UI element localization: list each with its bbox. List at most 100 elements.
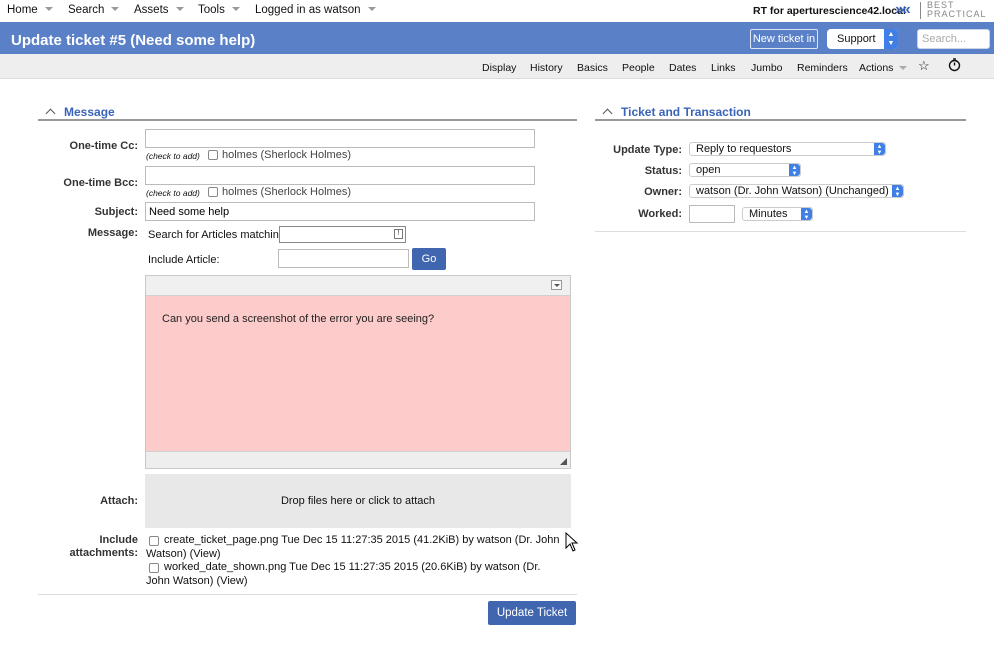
menu-search-label: Search <box>68 4 105 16</box>
status-label: Status: <box>644 165 682 177</box>
menu-assets-label: Assets <box>134 4 169 16</box>
menu-tools[interactable]: Tools <box>198 4 240 16</box>
owner-label: Owner: <box>644 186 682 198</box>
tab-history[interactable]: History <box>530 62 563 74</box>
bcc-holmes-label: holmes (Sherlock Holmes) <box>222 186 351 198</box>
go-button[interactable]: Go <box>412 248 446 270</box>
update-ticket-button[interactable]: Update Ticket <box>488 601 576 625</box>
tab-reminders[interactable]: Reminders <box>797 62 848 74</box>
bcc-holmes-checkbox[interactable] <box>208 187 218 197</box>
attach-label: Attach: <box>100 495 138 507</box>
cc-holmes-label: holmes (Sherlock Holmes) <box>222 149 351 161</box>
cc-check-to-add: (check to add) <box>146 151 200 161</box>
page-header: Update ticket #5 (Need some help) New ti… <box>0 22 994 54</box>
cc-holmes-checkbox[interactable] <box>208 150 218 160</box>
bcc-input[interactable] <box>145 166 535 185</box>
logo-line2: PRACTICAL <box>927 9 987 19</box>
include-attachments-label-line1: Include <box>99 534 138 546</box>
ticket-section-title[interactable]: Ticket and Transaction <box>602 105 751 119</box>
select-arrows-icon: ▲ ▼ <box>801 208 812 220</box>
tab-display[interactable]: Display <box>482 62 516 74</box>
ticket-section-divider <box>595 119 966 121</box>
include-article-label: Include Article: <box>148 254 220 266</box>
worked-input[interactable] <box>689 205 735 223</box>
stopwatch-icon[interactable] <box>948 58 961 75</box>
message-label: Message: <box>87 227 138 239</box>
cc-input[interactable] <box>145 129 535 148</box>
message-section-title-text: Message <box>64 105 115 119</box>
menu-assets[interactable]: Assets <box>134 4 184 16</box>
cc-label: One-time Cc: <box>69 140 138 152</box>
select-arrows-icon: ▲ ▼ <box>874 143 885 155</box>
editor-toolbar <box>146 276 570 296</box>
bcc-check-to-add: (check to add) <box>146 188 200 198</box>
subject-label: Subject: <box>94 206 138 218</box>
ticket-section-title-text: Ticket and Transaction <box>621 105 751 119</box>
menu-home[interactable]: Home <box>7 4 53 16</box>
attach-dropzone[interactable]: Drop files here or click to attach <box>145 474 571 528</box>
include-attachments-label: Include attachments: <box>40 534 138 560</box>
message-bottom-divider <box>38 594 577 595</box>
subject-input[interactable] <box>145 202 535 221</box>
attachment-item-1: create_ticket_page.png Tue Dec 15 11:27:… <box>146 534 560 560</box>
include-article-input[interactable] <box>278 249 409 268</box>
collapse-caret-icon <box>45 108 56 119</box>
status-select[interactable]: open ▲ ▼ <box>689 163 801 177</box>
tab-actions-label: Actions <box>859 62 894 74</box>
tab-dates[interactable]: Dates <box>669 62 696 74</box>
owner-select[interactable]: watson (Dr. John Watson) (Unchanged) ▲ ▼ <box>689 184 904 198</box>
top-menu-bar: Home Search Assets Tools Logged in as wa… <box>0 0 994 22</box>
owner-value: watson (Dr. John Watson) (Unchanged) <box>696 185 889 197</box>
search-articles-label: Search for Articles matching <box>148 229 285 241</box>
menu-logged-in[interactable]: Logged in as watson <box>255 4 376 16</box>
update-type-select[interactable]: Reply to requestors ▲ ▼ <box>689 142 886 156</box>
message-editor: Can you send a screenshot of the error y… <box>145 275 571 469</box>
ticket-bottom-divider <box>595 231 966 232</box>
worked-unit-select[interactable]: Minutes ▲ ▼ <box>742 207 813 221</box>
search-articles-input[interactable] <box>279 226 406 243</box>
menu-tools-label: Tools <box>198 4 225 16</box>
attachment-item-2: worked_date_shown.png Tue Dec 15 11:27:3… <box>146 561 541 587</box>
worked-unit-value: Minutes <box>749 208 788 220</box>
select-arrows-icon: ▲ ▼ <box>892 185 903 197</box>
select-arrows-icon: ▲ ▼ <box>884 29 898 49</box>
new-ticket-button[interactable]: New ticket in <box>750 29 818 49</box>
status-value: open <box>696 164 721 176</box>
menu-search[interactable]: Search <box>68 4 120 16</box>
resize-grip-icon[interactable] <box>560 458 567 465</box>
queue-select-value: Support <box>837 33 876 45</box>
menu-logged-in-label: Logged in as watson <box>255 4 361 16</box>
queue-select[interactable]: Support ▲ ▼ <box>827 29 898 49</box>
menu-home-label: Home <box>7 4 38 16</box>
tab-jumbo[interactable]: Jumbo <box>751 62 783 74</box>
search-input[interactable] <box>917 29 990 49</box>
include-attachments-label-line2: attachments: <box>69 547 138 559</box>
logo-divider <box>920 2 921 19</box>
mouse-pointer-icon <box>565 531 579 555</box>
chevron-down-icon <box>44 7 53 11</box>
editor-footer <box>146 451 570 468</box>
best-practical-chevron-icon: »« <box>895 1 911 18</box>
chevron-down-icon <box>367 7 376 11</box>
message-section-divider <box>38 119 577 121</box>
star-icon[interactable]: ☆ <box>918 58 930 74</box>
tab-actions[interactable]: Actions <box>859 62 908 74</box>
tab-people[interactable]: People <box>622 62 655 74</box>
tab-basics[interactable]: Basics <box>577 62 608 74</box>
message-section-title[interactable]: Message <box>45 105 115 119</box>
editor-toolbar-toggle-icon[interactable] <box>551 280 562 290</box>
chevron-down-icon <box>231 7 240 11</box>
bcc-label: One-time Bcc: <box>63 177 138 189</box>
chevron-down-icon <box>111 7 120 11</box>
autocomplete-icon: ! <box>394 229 403 239</box>
select-arrows-icon: ▲ ▼ <box>789 164 800 176</box>
tab-links[interactable]: Links <box>711 62 736 74</box>
update-type-value: Reply to requestors <box>696 143 792 155</box>
update-type-label: Update Type: <box>613 144 682 156</box>
message-body-text: Can you send a screenshot of the error y… <box>162 313 435 325</box>
page-menu: Display History Basics People Dates Link… <box>0 54 994 79</box>
collapse-caret-icon <box>602 108 613 119</box>
message-body[interactable]: Can you send a screenshot of the error y… <box>146 296 570 452</box>
chevron-down-icon <box>899 66 908 70</box>
best-practical-logo[interactable]: BEST PRACTICAL <box>927 1 987 19</box>
